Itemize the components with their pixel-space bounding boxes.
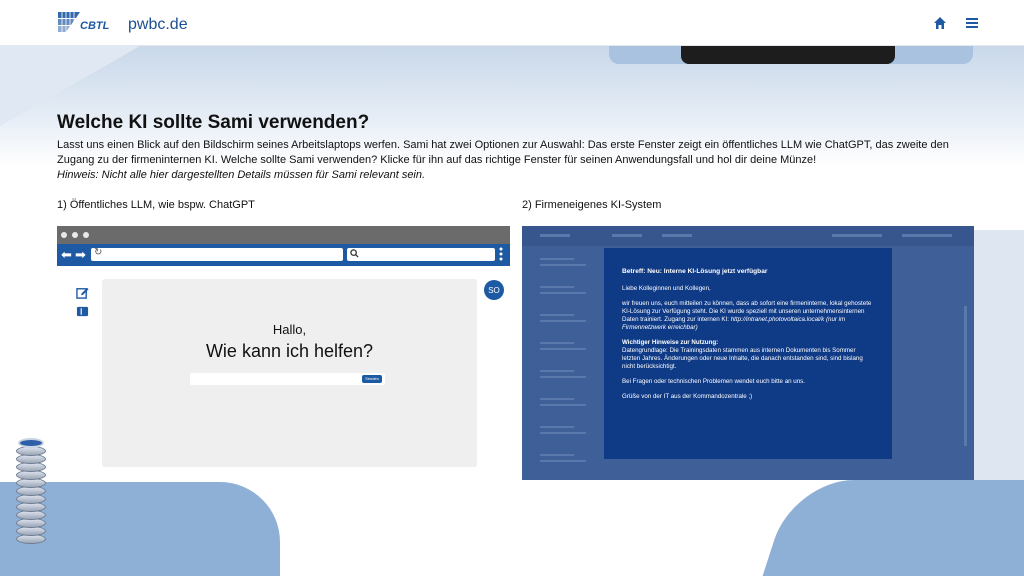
toolbar-item — [902, 234, 952, 237]
option1-label: 1) Öffentliches LLM, wie bspw. ChatGPT — [57, 199, 255, 211]
option2-label: 2) Firmeneigenes KI-System — [522, 199, 662, 211]
scrollbar[interactable] — [964, 306, 967, 446]
browser-titlebar — [57, 226, 510, 244]
back-arrow-icon[interactable]: ⬅ — [61, 248, 72, 261]
background-shape-right — [758, 480, 1024, 576]
toolbar-item — [540, 234, 570, 237]
browser-search-field[interactable] — [347, 248, 495, 261]
option2-company-ai-window[interactable]: Betreff: Neu: Interne KI-Lösung jetzt ve… — [522, 226, 974, 480]
email-message: Betreff: Neu: Interne KI-Lösung jetzt ve… — [604, 248, 892, 459]
email-closing: Grüße von der IT aus der Kommandozentral… — [622, 393, 753, 400]
hamburger-menu-icon[interactable] — [964, 15, 980, 31]
mail-list — [536, 254, 602, 474]
task-description: Lasst uns einen Blick auf den Bildschirm… — [57, 139, 949, 166]
email-notice: Wichtiger Hinweise zur Nutzung: Datengrun… — [622, 339, 863, 370]
site-name[interactable]: pwbc.de — [128, 16, 188, 34]
cbtl-logo[interactable]: CBTL — [56, 10, 114, 34]
reload-icon[interactable]: ↻ — [94, 247, 102, 258]
search-icon — [350, 249, 359, 258]
address-bar[interactable]: ↻ — [91, 247, 343, 261]
window-dot — [83, 232, 89, 238]
email-intro: wir freuen uns, euch mitteilen zu können… — [622, 300, 872, 331]
sidebar-toggle-icon[interactable] — [76, 305, 89, 318]
chat-input[interactable]: Senden — [190, 373, 385, 385]
user-avatar[interactable]: SO — [484, 280, 504, 300]
task-hint: Hinweis: Nicht alle hier dargestellten D… — [57, 169, 426, 181]
toolbar-item — [832, 234, 882, 237]
send-button[interactable]: Senden — [362, 375, 382, 383]
email-subject: Betreff: Neu: Interne KI-Lösung jetzt ve… — [622, 268, 768, 275]
toolbar-item — [662, 234, 692, 237]
logo-wordmark: CBTL — [80, 20, 110, 32]
background-stripe — [972, 230, 1024, 490]
new-chat-icon[interactable] — [76, 286, 89, 299]
chat-question: Wie kann ich helfen? — [205, 341, 374, 361]
page-title: Welche KI sollte Sami verwenden? — [57, 112, 370, 133]
email-support: Bei Fragen oder technischen Problemen we… — [622, 378, 805, 385]
coin-stack-icon — [16, 436, 46, 546]
option1-public-llm-window[interactable]: ⬅ ➡ ↻ SO Hallo, Wie kann ich helfen? Sen… — [57, 226, 510, 480]
chat-greeting: Hallo, — [272, 322, 307, 337]
email-salutation: Liebe Kolleginnen und Kollegen, — [622, 285, 711, 292]
kebab-menu-icon[interactable] — [499, 247, 503, 261]
chat-panel: Hallo, Wie kann ich helfen? Senden — [102, 279, 477, 467]
home-icon[interactable] — [932, 15, 948, 31]
toolbar-item — [612, 234, 642, 237]
forward-arrow-icon[interactable]: ➡ — [75, 248, 86, 261]
mail-toolbar — [522, 226, 974, 246]
window-dot — [61, 232, 67, 238]
browser-navbar: ⬅ ➡ ↻ — [57, 244, 510, 266]
window-dot — [72, 232, 78, 238]
site-header: CBTL pwbc.de — [0, 0, 1024, 46]
